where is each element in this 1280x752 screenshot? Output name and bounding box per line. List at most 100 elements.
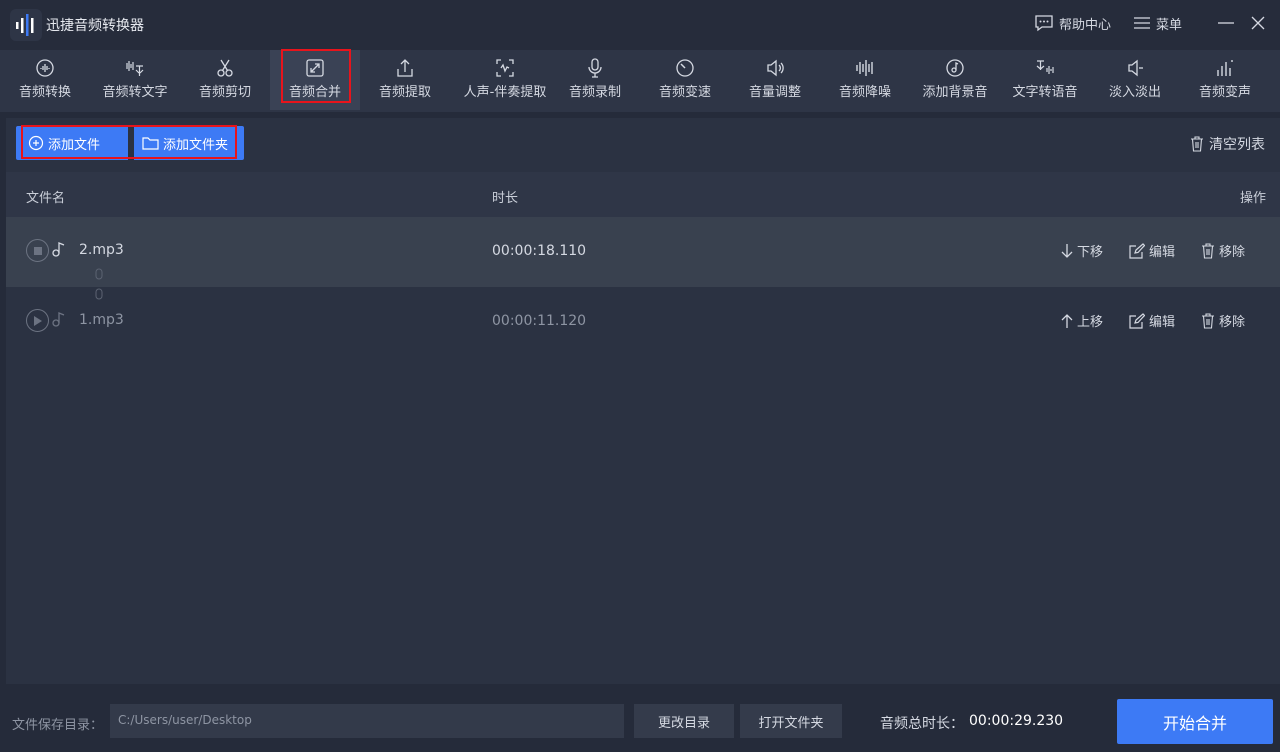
music-note-icon bbox=[52, 312, 65, 327]
tool-denoise[interactable]: 音频降噪 bbox=[820, 50, 910, 110]
tool-label: 文字转语音 bbox=[1012, 85, 1078, 100]
tool-label: 音频转文字 bbox=[102, 85, 168, 100]
fade-icon bbox=[1128, 59, 1143, 77]
tool-label: 人声-伴奏提取 bbox=[463, 85, 547, 100]
upload-extract-icon bbox=[397, 59, 413, 77]
header-filename: 文件名 bbox=[26, 191, 66, 206]
clear-list-button[interactable]: 清空列表 bbox=[1190, 134, 1265, 154]
tool-label: 音频提取 bbox=[378, 85, 431, 100]
hamburger-menu-icon bbox=[1133, 17, 1150, 29]
remove-button[interactable]: 移除 bbox=[1201, 241, 1245, 260]
file-name: 1.mp3 bbox=[79, 312, 124, 328]
tool-audio-merge[interactable]: 音频合并 bbox=[270, 50, 360, 110]
table-row[interactable]: 1.mp3 00:00:11.120 上移 编辑 移除 bbox=[6, 287, 1280, 357]
microphone-icon bbox=[588, 58, 602, 78]
file-duration: 00:00:11.120 bbox=[492, 313, 587, 329]
tool-label: 添加背景音 bbox=[922, 85, 988, 100]
arrow-up-icon bbox=[1061, 313, 1073, 328]
action-divider bbox=[128, 126, 134, 160]
total-duration-value: 00:00:29.230 bbox=[969, 713, 1064, 729]
voice-extract-icon bbox=[496, 59, 514, 77]
save-path-field[interactable]: C:/Users/user/Desktop bbox=[110, 704, 624, 738]
open-folder-button[interactable]: 打开文件夹 bbox=[740, 704, 842, 738]
tool-label: 音频变声 bbox=[1198, 85, 1251, 100]
tool-audio-convert[interactable]: 音频转换 bbox=[0, 50, 90, 110]
tool-text-to-speech[interactable]: 文字转语音 bbox=[1000, 50, 1090, 110]
tool-label: 音频变速 bbox=[658, 85, 711, 100]
tool-add-background[interactable]: 添加背景音 bbox=[910, 50, 1000, 110]
trash-icon bbox=[1202, 242, 1214, 259]
denoise-icon bbox=[856, 60, 873, 76]
file-duration: 00:00:18.110 bbox=[492, 243, 587, 259]
tool-volume-adjust[interactable]: 音量调整 bbox=[730, 50, 820, 110]
edit-icon bbox=[1129, 312, 1145, 329]
tool-fade[interactable]: 淡入淡出 bbox=[1090, 50, 1180, 110]
tool-label: 音频转换 bbox=[18, 85, 71, 100]
tool-voice-change[interactable]: 音频变声 bbox=[1180, 50, 1270, 110]
edit-icon bbox=[1129, 242, 1145, 259]
minimize-icon bbox=[1218, 22, 1234, 24]
table-row[interactable]: 2.mp3 00:00:18.110 下移 编辑 移除 bbox=[6, 217, 1280, 287]
tool-label: 音频合并 bbox=[288, 85, 341, 100]
header-operations: 操作 bbox=[1239, 191, 1266, 206]
add-file-label: 添加文件 bbox=[48, 137, 101, 153]
move-down-label: 下移 bbox=[1077, 245, 1104, 260]
help-center-link[interactable]: 帮助中心 bbox=[1034, 14, 1111, 33]
clear-list-label: 清空列表 bbox=[1209, 137, 1265, 153]
add-folder-label: 添加文件夹 bbox=[163, 137, 229, 153]
speed-icon bbox=[676, 59, 694, 77]
tool-voice-extract[interactable]: 人声-伴奏提取 bbox=[460, 50, 550, 110]
edit-button[interactable]: 编辑 bbox=[1129, 241, 1175, 260]
scissors-icon bbox=[217, 59, 233, 77]
app-logo-icon bbox=[10, 9, 42, 41]
remove-button[interactable]: 移除 bbox=[1201, 311, 1245, 330]
header-duration: 时长 bbox=[492, 191, 519, 206]
tool-label: 音频降噪 bbox=[838, 85, 891, 100]
arrow-down-icon bbox=[1061, 243, 1073, 258]
change-dir-button[interactable]: 更改目录 bbox=[634, 704, 734, 738]
tool-audio-cut[interactable]: 音频剪切 bbox=[180, 50, 270, 110]
trash-icon bbox=[1202, 312, 1214, 329]
tool-audio-to-text[interactable]: 音频转文字 bbox=[90, 50, 180, 110]
function-toolbar: 音频转换 音频转文字 音频剪切 音频合并 音频提取 人声-伴奏提取 音频录制 音… bbox=[0, 50, 1280, 112]
app-title: 迅捷音频转换器 bbox=[46, 18, 144, 34]
tool-audio-extract[interactable]: 音频提取 bbox=[360, 50, 450, 110]
total-duration-label: 音频总时长： bbox=[880, 716, 964, 732]
move-down-button[interactable]: 下移 bbox=[1061, 241, 1103, 260]
file-name: 2.mp3 bbox=[79, 242, 124, 258]
play-icon bbox=[34, 315, 42, 326]
tool-audio-speed[interactable]: 音频变速 bbox=[640, 50, 730, 110]
stop-button[interactable] bbox=[26, 239, 49, 262]
table-header: 文件名 时长 操作 bbox=[6, 172, 1280, 217]
title-bar: 迅捷音频转换器 帮助中心 菜单 bbox=[0, 0, 1280, 50]
close-button[interactable] bbox=[1248, 13, 1268, 33]
text-to-speech-icon bbox=[1036, 60, 1054, 74]
move-up-button[interactable]: 上移 bbox=[1061, 311, 1103, 330]
folder-icon bbox=[142, 136, 159, 150]
move-up-label: 上移 bbox=[1077, 315, 1104, 330]
save-dir-label: 文件保存目录： bbox=[12, 718, 104, 733]
add-folder-button[interactable]: 添加文件夹 bbox=[142, 126, 228, 160]
add-file-button[interactable]: 添加文件 bbox=[28, 126, 100, 160]
tool-audio-record[interactable]: 音频录制 bbox=[550, 50, 640, 110]
tool-label: 音量调整 bbox=[748, 85, 801, 100]
audio-to-text-icon bbox=[126, 61, 144, 76]
close-icon bbox=[1251, 16, 1265, 30]
plus-circle-icon bbox=[28, 135, 44, 151]
stop-icon bbox=[33, 246, 42, 255]
help-center-label: 帮助中心 bbox=[1058, 17, 1111, 33]
trash-icon bbox=[1191, 136, 1203, 152]
tool-label: 音频录制 bbox=[568, 85, 621, 100]
edit-label: 编辑 bbox=[1149, 245, 1176, 260]
footer-bar: 文件保存目录： C:/Users/user/Desktop 更改目录 打开文件夹… bbox=[0, 684, 1280, 752]
menu-label: 菜单 bbox=[1155, 17, 1182, 33]
edit-label: 编辑 bbox=[1149, 315, 1176, 330]
minimize-button[interactable] bbox=[1216, 13, 1236, 33]
edit-button[interactable]: 编辑 bbox=[1129, 311, 1175, 330]
volume-icon bbox=[767, 59, 784, 77]
music-disc-icon bbox=[946, 59, 964, 77]
start-merge-button[interactable]: 开始合并 bbox=[1117, 699, 1273, 744]
play-button[interactable] bbox=[26, 309, 49, 332]
music-note-icon bbox=[52, 242, 65, 257]
menu-link[interactable]: 菜单 bbox=[1133, 14, 1182, 33]
